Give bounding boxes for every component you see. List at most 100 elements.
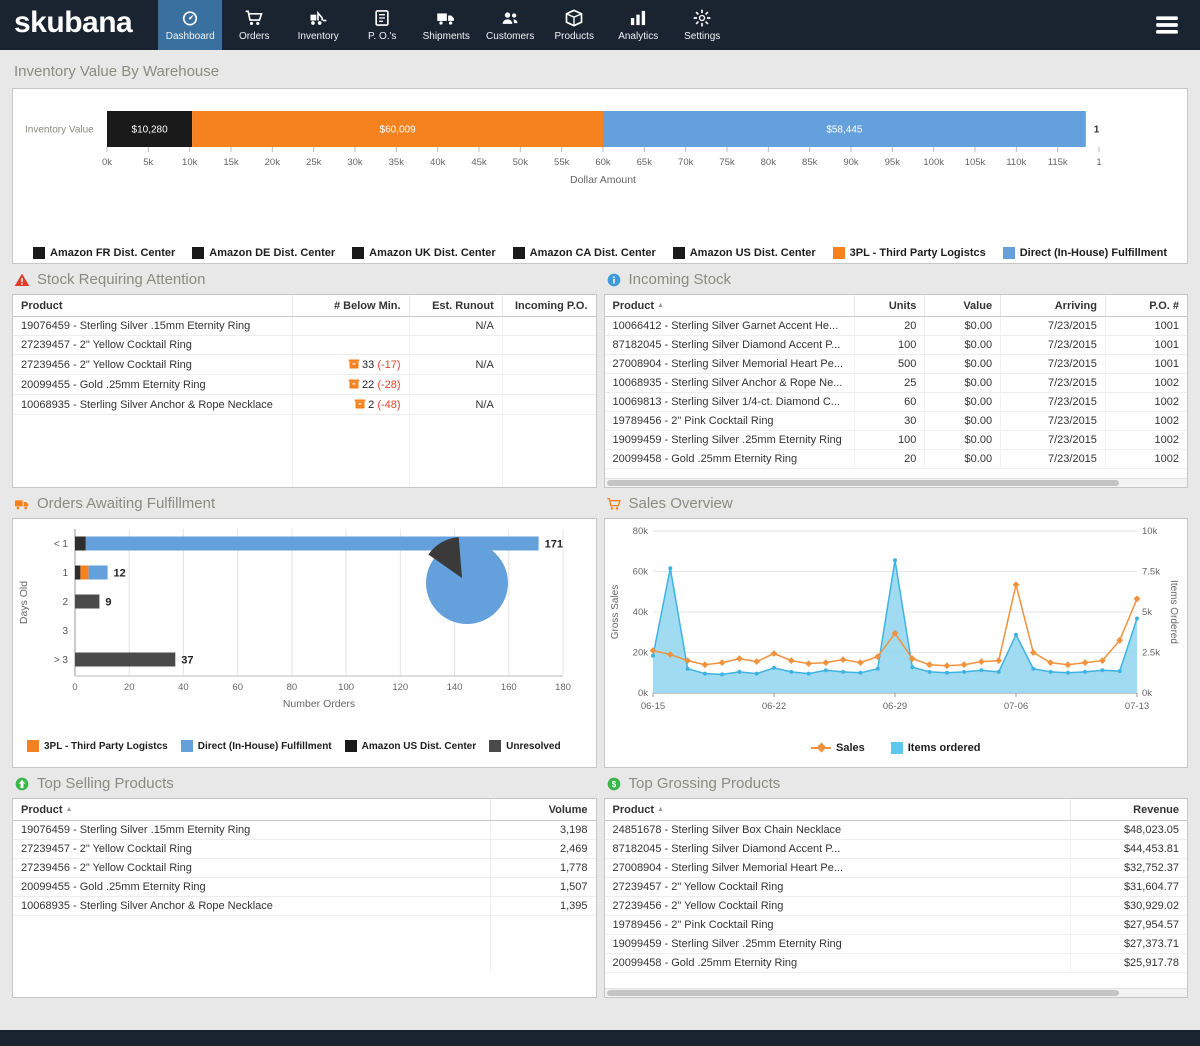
scrollbar-thumb[interactable]: [607, 480, 1120, 486]
legend-item-items-ordered[interactable]: Items ordered: [891, 742, 981, 754]
column-header-product[interactable]: Product ▲: [605, 295, 855, 317]
table-row[interactable]: 19076459 - Sterling Silver .15mm Eternit…: [13, 317, 596, 336]
svg-text:1: 1: [1096, 157, 1101, 168]
legend-item-direct-in-house-fulfillment[interactable]: Direct (In-House) Fulfillment: [181, 740, 332, 752]
table-row[interactable]: 20099455 - Gold .25mm Eternity Ring22 (-…: [13, 375, 596, 395]
nav-item-label: Shipments: [423, 31, 470, 42]
brand-logo[interactable]: skubana: [0, 0, 158, 50]
table-row[interactable]: 27239457 - 2" Yellow Cocktail Ring$31,60…: [605, 878, 1188, 897]
table-row[interactable]: 10068935 - Sterling Silver Anchor & Rope…: [13, 395, 596, 415]
table-row[interactable]: 19789456 - 2" Pink Cocktail Ring30$0.007…: [605, 412, 1188, 431]
table-cell: 25: [855, 374, 925, 393]
table-cell: 7/23/2015: [1001, 450, 1106, 469]
nav-item-products[interactable]: Products: [542, 0, 606, 50]
bottom-bar: [0, 1030, 1200, 1046]
nav-item-dashboard[interactable]: Dashboard: [158, 0, 222, 50]
table-row[interactable]: 27239456 - 2" Yellow Cocktail Ring1,778: [13, 859, 596, 878]
table-row[interactable]: 19076459 - Sterling Silver .15mm Eternit…: [13, 821, 596, 840]
svg-text:12: 12: [114, 568, 126, 580]
legend-label: Amazon UK Dist. Center: [369, 247, 496, 259]
nav-item-shipments[interactable]: Shipments: [414, 0, 478, 50]
nav-item-p-o-s[interactable]: P. O.'s: [350, 0, 414, 50]
column-header-value[interactable]: Value: [925, 295, 1001, 317]
legend-item-amazon-uk-dist-center[interactable]: Amazon UK Dist. Center: [352, 247, 496, 259]
svg-text:Dollar Amount: Dollar Amount: [570, 174, 636, 186]
top-nav-items: DashboardOrdersInventory P. O.'s Shipments…: [158, 0, 734, 50]
table-cell: 19099459 - Sterling Silver .25mm Eternit…: [605, 431, 855, 450]
table-row[interactable]: 20099455 - Gold .25mm Eternity Ring1,507: [13, 878, 596, 897]
table-cell: 19789456 - 2" Pink Cocktail Ring: [605, 412, 855, 431]
legend-item-amazon-us-dist-center[interactable]: Amazon US Dist. Center: [345, 740, 476, 752]
table-row[interactable]: 24851678 - Sterling Silver Box Chain Nec…: [605, 821, 1188, 840]
table-row[interactable]: 20099458 - Gold .25mm Eternity Ring$25,9…: [605, 954, 1188, 973]
table-row[interactable]: 19789456 - 2" Pink Cocktail Ring$27,954.…: [605, 916, 1188, 935]
svg-text:40k: 40k: [430, 157, 446, 168]
nav-item-customers[interactable]: Customers: [478, 0, 542, 50]
section-header-top-grossing: $ Top Grossing Products: [604, 775, 1189, 792]
legend-item-amazon-fr-dist-center[interactable]: Amazon FR Dist. Center: [33, 247, 175, 259]
menu-button[interactable]: [1150, 12, 1184, 38]
legend-item-3pl-third-party-logistcs[interactable]: 3PL - Third Party Logistcs: [833, 247, 986, 259]
column-header-incoming-p-o[interactable]: Incoming P.O.: [502, 295, 595, 317]
box-icon: [564, 8, 584, 28]
column-header-below-min[interactable]: # Below Min.: [293, 295, 410, 317]
table-row[interactable]: 87182045 - Sterling Silver Diamond Accen…: [605, 336, 1188, 355]
column-header-product[interactable]: Product ▲: [13, 799, 491, 821]
svg-text:0k: 0k: [637, 688, 647, 699]
table-row[interactable]: 27239457 - 2" Yellow Cocktail Ring2,469: [13, 840, 596, 859]
svg-text:40: 40: [178, 682, 189, 693]
column-header-product[interactable]: Product ▲: [605, 799, 1071, 821]
headers-row-3: Orders Awaiting Fulfillment Sales Overvi…: [12, 495, 1188, 512]
table-row[interactable]: 10068935 - Sterling Silver Anchor & Rope…: [13, 897, 596, 916]
legend-item-amazon-ca-dist-center[interactable]: Amazon CA Dist. Center: [513, 247, 656, 259]
table-row[interactable]: 27239457 - 2" Yellow Cocktail Ring: [13, 336, 596, 355]
legend-item-unresolved[interactable]: Unresolved: [489, 740, 560, 752]
table-cell: [502, 355, 595, 375]
nav-item-inventory[interactable]: Inventory: [286, 0, 350, 50]
table-row[interactable]: 20099458 - Gold .25mm Eternity Ring20$0.…: [605, 450, 1188, 469]
table-row[interactable]: 27239456 - 2" Yellow Cocktail Ring33 (-1…: [13, 355, 596, 375]
scrollbar-thumb[interactable]: [607, 990, 1120, 996]
table-row[interactable]: 27008904 - Sterling Silver Memorial Hear…: [605, 859, 1188, 878]
table-cell: $0.00: [925, 412, 1001, 431]
table-cell: $44,453.81: [1071, 840, 1188, 859]
nav-item-label: Customers: [486, 31, 534, 42]
table-cell: 7/23/2015: [1001, 317, 1106, 336]
nav-item-label: P. O.'s: [368, 31, 396, 42]
legend-item-3pl-third-party-logistcs[interactable]: 3PL - Third Party Logistcs: [27, 740, 168, 752]
legend-item-amazon-de-dist-center[interactable]: Amazon DE Dist. Center: [192, 247, 335, 259]
table-cell: 27008904 - Sterling Silver Memorial Hear…: [605, 355, 855, 374]
column-header-product[interactable]: Product: [13, 295, 293, 317]
column-header-volume[interactable]: Volume: [491, 799, 596, 821]
empty-row: [13, 434, 596, 453]
legend-item-direct-in-house-fulfillment[interactable]: Direct (In-House) Fulfillment: [1003, 247, 1167, 259]
nav-item-settings[interactable]: Settings: [670, 0, 734, 50]
horizontal-scrollbar[interactable]: [605, 988, 1188, 997]
legend-swatch: [345, 740, 357, 752]
top-selling-table-host: Product ▲Volume19076459 - Sterling Silve…: [13, 799, 596, 973]
nav-item-orders[interactable]: Orders: [222, 0, 286, 50]
legend-item-amazon-us-dist-center[interactable]: Amazon US Dist. Center: [673, 247, 816, 259]
table-row[interactable]: 87182045 - Sterling Silver Diamond Accen…: [605, 840, 1188, 859]
svg-text:Days Old: Days Old: [18, 581, 30, 624]
column-header-revenue[interactable]: Revenue: [1071, 799, 1188, 821]
nav-item-analytics[interactable]: Analytics: [606, 0, 670, 50]
table-row[interactable]: 27008904 - Sterling Silver Memorial Hear…: [605, 355, 1188, 374]
horizontal-scrollbar[interactable]: [605, 478, 1188, 487]
top-grossing-panel: Product ▲Revenue24851678 - Sterling Silv…: [604, 798, 1189, 998]
column-header-p-o[interactable]: P.O. #: [1105, 295, 1187, 317]
table-row[interactable]: 19099459 - Sterling Silver .25mm Eternit…: [605, 935, 1188, 954]
table-row[interactable]: 19099459 - Sterling Silver .25mm Eternit…: [605, 431, 1188, 450]
section-header-stock-attention: Stock Requiring Attention: [12, 271, 597, 288]
table-cell: 2,469: [491, 840, 596, 859]
table-row[interactable]: 27239456 - 2" Yellow Cocktail Ring$30,92…: [605, 897, 1188, 916]
table-row[interactable]: 10069813 - Sterling Silver 1/4-ct. Diamo…: [605, 393, 1188, 412]
column-header-est-runout[interactable]: Est. Runout: [409, 295, 502, 317]
section-header-label: Sales Overview: [629, 495, 733, 512]
table-row[interactable]: 10066412 - Sterling Silver Garnet Accent…: [605, 317, 1188, 336]
table-row[interactable]: 10068935 - Sterling Silver Anchor & Rope…: [605, 374, 1188, 393]
legend-item-sales[interactable]: Sales: [811, 742, 865, 754]
column-header-arriving[interactable]: Arriving: [1001, 295, 1106, 317]
table-cell: $0.00: [925, 336, 1001, 355]
column-header-units[interactable]: Units: [855, 295, 925, 317]
